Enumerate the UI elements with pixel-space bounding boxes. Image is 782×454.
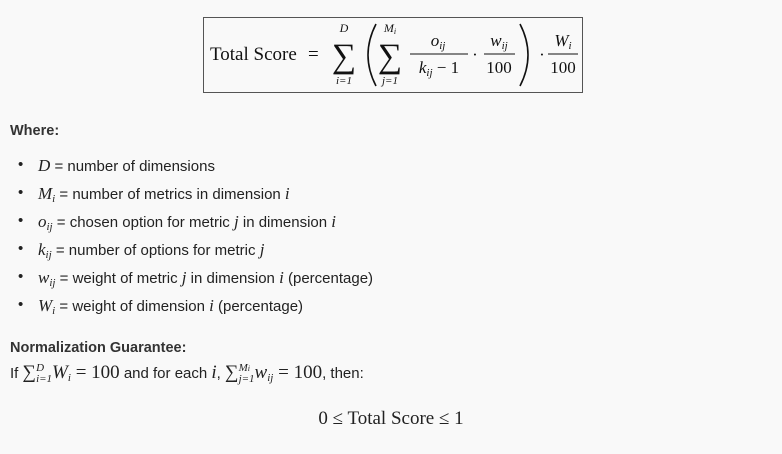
- frac1-numerator: oij: [431, 31, 446, 52]
- formula-lhs: Total Score: [210, 44, 297, 65]
- frac3-numerator: Wi: [554, 31, 571, 52]
- outer-sum-lower: i=1: [336, 75, 352, 87]
- bullet: •: [18, 240, 24, 257]
- bullet: •: [18, 212, 24, 229]
- frac3-denominator: 100: [550, 58, 576, 77]
- normalization-condition: If ∑ Di=1 Wi = 100 and for each i, ∑ Mi j=1 w…: [10, 362, 364, 385]
- outer-sum-upper: D: [339, 21, 349, 35]
- inner-sum-upper: Mi: [383, 21, 396, 36]
- definition-item: • Mi = number of metrics in dimension i: [18, 184, 290, 205]
- sum-sigma: ∑: [225, 362, 239, 383]
- frac1-denominator: kij − 1: [419, 58, 459, 79]
- frac2-denominator: 100: [486, 58, 512, 77]
- definition-item: • kij = number of options for metric j: [18, 240, 265, 261]
- bullet: •: [18, 296, 24, 313]
- formula-box: Total Score = D ∑ i=1 Mi ∑ j=1 oij kij −…: [203, 17, 583, 93]
- dot-2: ·: [539, 45, 545, 64]
- formula-equals: =: [308, 44, 319, 65]
- total-score-formula: Total Score = D ∑ i=1 Mi ∑ j=1 oij kij −…: [210, 21, 578, 87]
- dot-1: ·: [472, 45, 478, 64]
- right-paren: [519, 23, 529, 87]
- where-heading: Where:: [10, 123, 60, 139]
- left-paren: [367, 23, 377, 87]
- normalization-heading: Normalization Guarantee:: [10, 340, 187, 356]
- definition-item: • Wi = weight of dimension i (percentage…: [18, 296, 304, 317]
- inner-sum-lower: j=1: [380, 75, 398, 87]
- definition-item: • D = number of dimensions: [18, 156, 215, 175]
- frac2-numerator: wij: [490, 31, 507, 52]
- score-bounds-formula: 0 ≤ Total Score ≤ 1: [318, 408, 464, 429]
- bullet: •: [18, 156, 24, 173]
- definition-item: • oij = chosen option for metric j in di…: [18, 212, 336, 233]
- inner-sum-sigma: ∑: [378, 38, 402, 75]
- bullet: •: [18, 268, 24, 285]
- outer-sum-sigma: ∑: [332, 38, 356, 75]
- sum-sigma: ∑: [22, 362, 37, 383]
- bullet: •: [18, 184, 24, 201]
- definition-item: • wij = weight of metric j in dimension …: [18, 268, 374, 289]
